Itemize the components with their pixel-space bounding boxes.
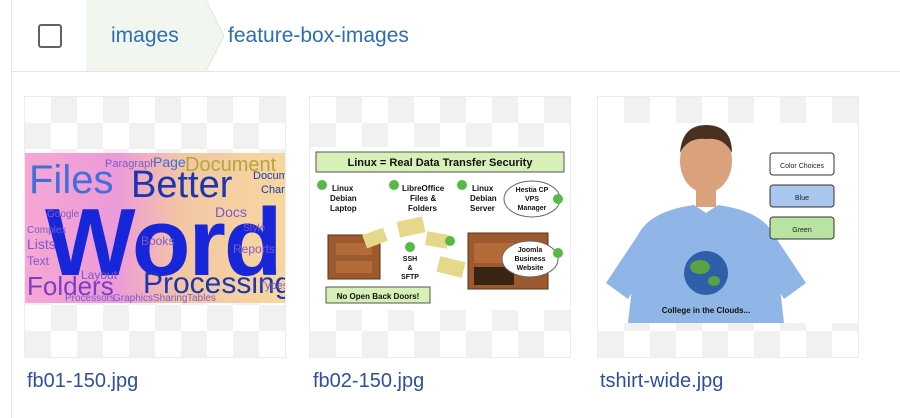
svg-text:Debian: Debian [330, 194, 357, 203]
svg-text:Types: Types [259, 280, 285, 292]
svg-text:Green: Green [792, 227, 812, 234]
file-card-fb02[interactable]: Linux = Real Data Transfer Security Linu… [309, 96, 571, 358]
svg-text:Paragraph: Paragraph [105, 158, 156, 170]
file-name-fb01[interactable]: fb01-150.jpg [27, 370, 138, 393]
svg-text:Document: Document [253, 170, 285, 182]
svg-text:Layout: Layout [81, 268, 118, 282]
svg-text:Page: Page [153, 154, 186, 170]
breadcrumb-images[interactable]: images [86, 0, 206, 71]
file-name-tshirt[interactable]: tshirt-wide.jpg [600, 370, 723, 393]
svg-text:Complex: Complex [27, 225, 66, 236]
svg-text:Hestia CP: Hestia CP [516, 187, 549, 194]
svg-text:Processors: Processors [65, 293, 115, 303]
svg-text:Sharing: Sharing [153, 293, 187, 303]
toolbar: images feature-box-images [12, 0, 900, 72]
svg-text:Joomla: Joomla [518, 247, 543, 254]
svg-text:Linux: Linux [472, 184, 494, 193]
select-all-cell [12, 0, 86, 71]
svg-text:Reports: Reports [233, 242, 275, 256]
breadcrumb-feature-box-images[interactable]: feature-box-images [228, 0, 409, 71]
svg-text:Folders: Folders [408, 204, 437, 213]
thumbnail-tshirt: College in the Clouds... Color Choices B… [598, 123, 858, 323]
svg-text:Manager: Manager [518, 205, 547, 212]
svg-text:Color Choices: Color Choices [780, 163, 824, 170]
svg-text:VPS: VPS [525, 196, 539, 203]
svg-text:Files &: Files & [410, 194, 436, 203]
breadcrumb-feature-box-images-label: feature-box-images [228, 23, 409, 47]
svg-text:Business: Business [514, 256, 545, 263]
svg-text:Server: Server [470, 204, 495, 213]
svg-text:SFTP: SFTP [401, 274, 419, 281]
svg-text:Lists: Lists [27, 236, 56, 252]
file-name-fb02[interactable]: fb02-150.jpg [313, 370, 424, 393]
svg-text:Books: Books [141, 234, 174, 248]
svg-text:Text: Text [27, 254, 50, 268]
svg-text:Graphics: Graphics [113, 293, 153, 303]
svg-text:Characters: Characters [261, 184, 285, 196]
svg-text:Blue: Blue [795, 195, 809, 202]
svg-text:Debian: Debian [470, 194, 497, 203]
svg-text:Laptop: Laptop [330, 204, 357, 213]
svg-text:LibreOffice: LibreOffice [402, 184, 445, 193]
svg-text:Style: Style [243, 223, 266, 234]
thumbnail-linux-infographic: Linux = Real Data Transfer Security Linu… [310, 147, 570, 310]
file-card-fb01[interactable]: Files Better Document Page Paragraph Wor… [24, 96, 286, 358]
breadcrumb-images-label: images [111, 23, 179, 47]
svg-text:Google: Google [47, 209, 80, 220]
select-all-checkbox[interactable] [37, 23, 62, 48]
thumbnail-word-cloud: Files Better Document Page Paragraph Wor… [25, 153, 285, 303]
svg-text:Tables: Tables [187, 293, 216, 303]
breadcrumb-separator-icon [206, 0, 224, 71]
svg-text:Linux: Linux [332, 184, 354, 193]
svg-text:&: & [407, 265, 412, 272]
svg-text:No Open Back Doors!: No Open Back Doors! [337, 292, 420, 301]
svg-text:Docs: Docs [215, 204, 247, 220]
svg-text:Linux = Real Data Transfer Sec: Linux = Real Data Transfer Security [348, 157, 534, 169]
svg-text:College in the Clouds...: College in the Clouds... [662, 306, 750, 315]
svg-text:Website: Website [517, 265, 544, 272]
file-card-tshirt[interactable]: College in the Clouds... Color Choices B… [597, 96, 859, 358]
svg-text:SSH: SSH [403, 256, 417, 263]
